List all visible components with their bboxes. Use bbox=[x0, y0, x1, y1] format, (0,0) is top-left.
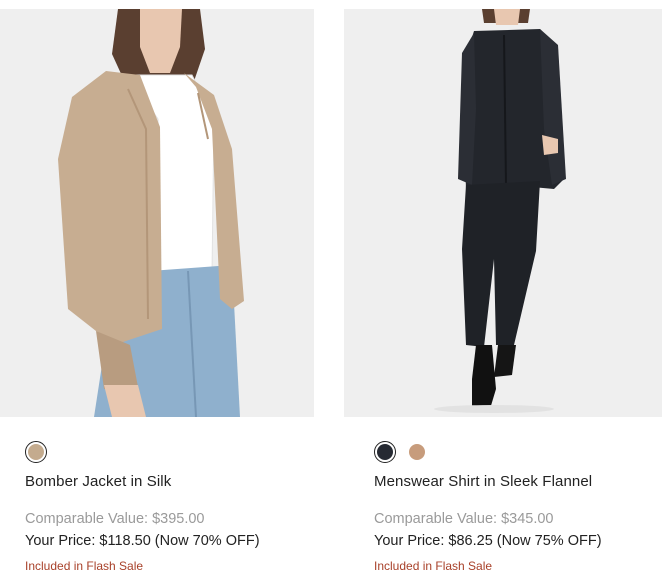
menswear-shirt-illustration bbox=[344, 9, 662, 417]
bomber-jacket-illustration bbox=[0, 9, 314, 417]
comparable-value: Comparable Value: $395.00 bbox=[25, 511, 205, 527]
swatch-color-dot bbox=[28, 444, 44, 460]
your-price: Your Price: $118.50 (Now 70% OFF) bbox=[25, 533, 260, 549]
product-card-bomber-jacket[interactable]: Bomber Jacket in Silk Comparable Value: … bbox=[0, 0, 314, 573]
product-image-bomber-jacket[interactable] bbox=[0, 9, 314, 417]
comparable-value: Comparable Value: $345.00 bbox=[374, 511, 554, 527]
your-price: Your Price: $86.25 (Now 75% OFF) bbox=[374, 533, 602, 549]
color-swatches bbox=[25, 441, 47, 463]
swatch-black-selected[interactable] bbox=[374, 441, 396, 463]
swatch-color-dot bbox=[409, 444, 425, 460]
product-name[interactable]: Bomber Jacket in Silk bbox=[25, 473, 171, 490]
swatch-tan-selected[interactable] bbox=[25, 441, 47, 463]
product-card-menswear-shirt[interactable]: Menswear Shirt in Sleek Flannel Comparab… bbox=[344, 0, 662, 573]
swatch-camel[interactable] bbox=[406, 441, 428, 463]
product-name[interactable]: Menswear Shirt in Sleek Flannel bbox=[374, 473, 592, 490]
swatch-color-dot bbox=[377, 444, 393, 460]
flash-sale-note: Included in Flash Sale bbox=[25, 559, 144, 573]
product-image-menswear-shirt[interactable] bbox=[344, 9, 662, 417]
flash-sale-note: Included in Flash Sale bbox=[374, 559, 493, 573]
color-swatches bbox=[374, 441, 428, 463]
